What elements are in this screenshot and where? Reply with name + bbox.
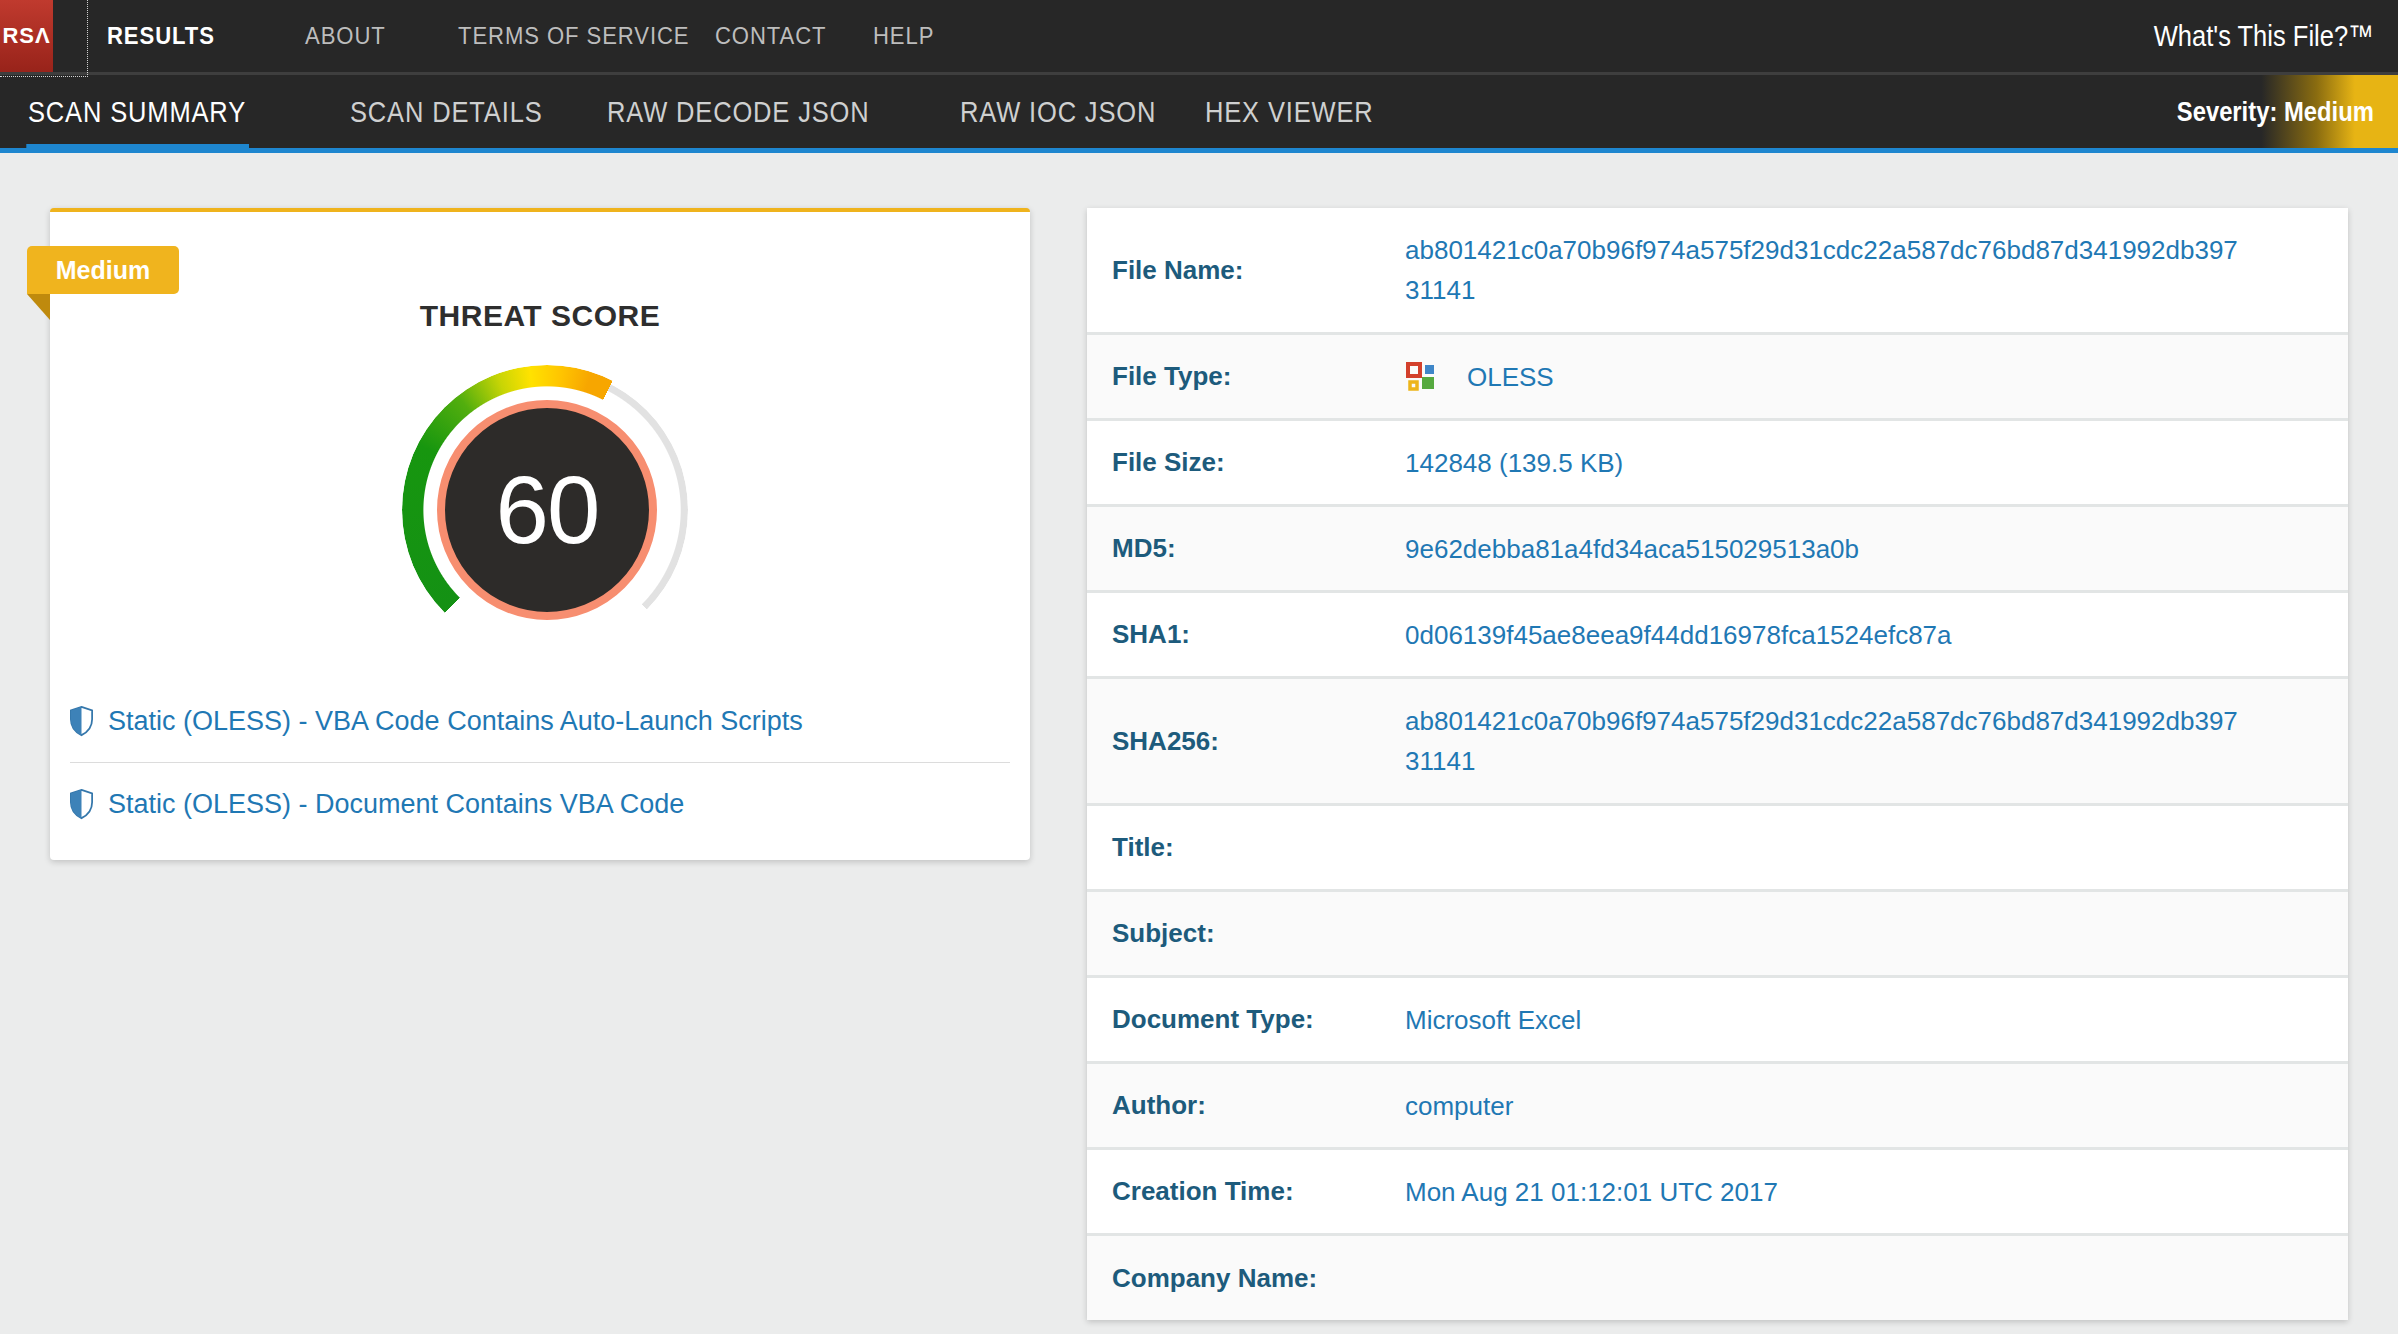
threat-score-card: Medium THREAT SCORE 60 Static (OLESS) - … <box>50 208 1030 860</box>
row-label: File Name: <box>1087 255 1405 286</box>
row-label: SHA1: <box>1087 619 1405 650</box>
tab-bar: SCAN SUMMARY SCAN DETAILS RAW DECODE JSO… <box>0 75 2398 153</box>
row-value: 9e62debba81a4fd34aca515029513a0b <box>1405 529 2348 569</box>
table-row-author: Author: computer <box>1087 1064 2348 1150</box>
table-row-file-size: File Size: 142848 (139.5 KB) <box>1087 421 2348 507</box>
threat-score-title: THREAT SCORE <box>50 299 1030 333</box>
main-menu: RESULTS ABOUT TERMS OF SERVICE CONTACT H… <box>0 0 2398 72</box>
threat-score-value: 60 <box>496 455 599 565</box>
row-value: OLESS <box>1405 357 2348 397</box>
finding-text: Static (OLESS) - Document Contains VBA C… <box>108 789 684 820</box>
table-row-file-name: File Name: ab801421c0a70b96f974a575f29d3… <box>1087 208 2348 335</box>
finding-row[interactable]: Static (OLESS) - Document Contains VBA C… <box>50 763 1030 845</box>
tab-hex-viewer[interactable]: HEX VIEWER <box>1205 95 1374 129</box>
table-row-file-type: File Type: OLESS <box>1087 335 2348 421</box>
shield-icon <box>70 788 93 820</box>
row-label: Document Type: <box>1087 1004 1405 1035</box>
row-label: Subject: <box>1087 918 1405 949</box>
row-value: 0d06139f45ae8eea9f44dd16978fca1524efc87a <box>1405 615 2348 655</box>
severity-ribbon-fold <box>27 294 50 320</box>
nav-about[interactable]: ABOUT <box>305 22 386 50</box>
row-value: ab801421c0a70b96f974a575f29d31cdc22a587d… <box>1405 701 2348 781</box>
row-value: ab801421c0a70b96f974a575f29d31cdc22a587d… <box>1405 230 2348 310</box>
nav-help[interactable]: HELP <box>873 22 934 50</box>
table-row-company-name: Company Name: <box>1087 1236 2348 1320</box>
table-row-title: Title: <box>1087 806 2348 892</box>
content: Medium THREAT SCORE 60 Static (OLESS) - … <box>0 153 2398 1334</box>
row-value: 142848 (139.5 KB) <box>1405 443 2348 483</box>
row-label: Title: <box>1087 832 1405 863</box>
nav-terms-of-service[interactable]: TERMS OF SERVICE <box>458 22 689 50</box>
row-value: Mon Aug 21 01:12:01 UTC 2017 <box>1405 1172 2348 1212</box>
shield-icon <box>70 705 93 737</box>
top-nav: RSΛ RESULTS ABOUT TERMS OF SERVICE CONTA… <box>0 0 2398 75</box>
row-label: Creation Time: <box>1087 1176 1405 1207</box>
row-label: File Type: <box>1087 361 1405 392</box>
product-title: What's This File?™ <box>2154 19 2374 53</box>
nav-contact[interactable]: CONTACT <box>715 22 827 50</box>
findings-list: Static (OLESS) - VBA Code Contains Auto-… <box>50 680 1030 845</box>
file-info-table: File Name: ab801421c0a70b96f974a575f29d3… <box>1087 208 2348 1320</box>
finding-row[interactable]: Static (OLESS) - VBA Code Contains Auto-… <box>50 680 1030 762</box>
nav-results[interactable]: RESULTS <box>107 22 215 50</box>
row-value: Microsoft Excel <box>1405 1000 2348 1040</box>
finding-text: Static (OLESS) - VBA Code Contains Auto-… <box>108 706 803 737</box>
tab-scan-summary[interactable]: SCAN SUMMARY <box>28 95 246 129</box>
table-row-creation-time: Creation Time: Mon Aug 21 01:12:01 UTC 2… <box>1087 1150 2348 1236</box>
row-label: MD5: <box>1087 533 1405 564</box>
table-row-sha256: SHA256: ab801421c0a70b96f974a575f29d31cd… <box>1087 679 2348 806</box>
row-value: computer <box>1405 1086 2348 1126</box>
row-label: Company Name: <box>1087 1263 1405 1294</box>
threat-score-gauge: 60 <box>397 360 697 660</box>
tabs: SCAN SUMMARY SCAN DETAILS RAW DECODE JSO… <box>0 75 2398 148</box>
tab-scan-details[interactable]: SCAN DETAILS <box>350 95 543 129</box>
threat-score-circle: 60 <box>437 400 657 620</box>
table-row-subject: Subject: <box>1087 892 2348 978</box>
severity-badge: Severity: Medium <box>2177 96 2374 128</box>
row-label: Author: <box>1087 1090 1405 1121</box>
office-file-icon <box>1405 361 1437 393</box>
table-row-sha1: SHA1: 0d06139f45ae8eea9f44dd16978fca1524… <box>1087 593 2348 679</box>
tab-raw-ioc-json[interactable]: RAW IOC JSON <box>960 95 1156 129</box>
table-row-md5: MD5: 9e62debba81a4fd34aca515029513a0b <box>1087 507 2348 593</box>
severity-ribbon: Medium <box>27 246 179 294</box>
tab-raw-decode-json[interactable]: RAW DECODE JSON <box>607 95 870 129</box>
table-row-document-type: Document Type: Microsoft Excel <box>1087 978 2348 1064</box>
row-label: SHA256: <box>1087 726 1405 757</box>
row-label: File Size: <box>1087 447 1405 478</box>
